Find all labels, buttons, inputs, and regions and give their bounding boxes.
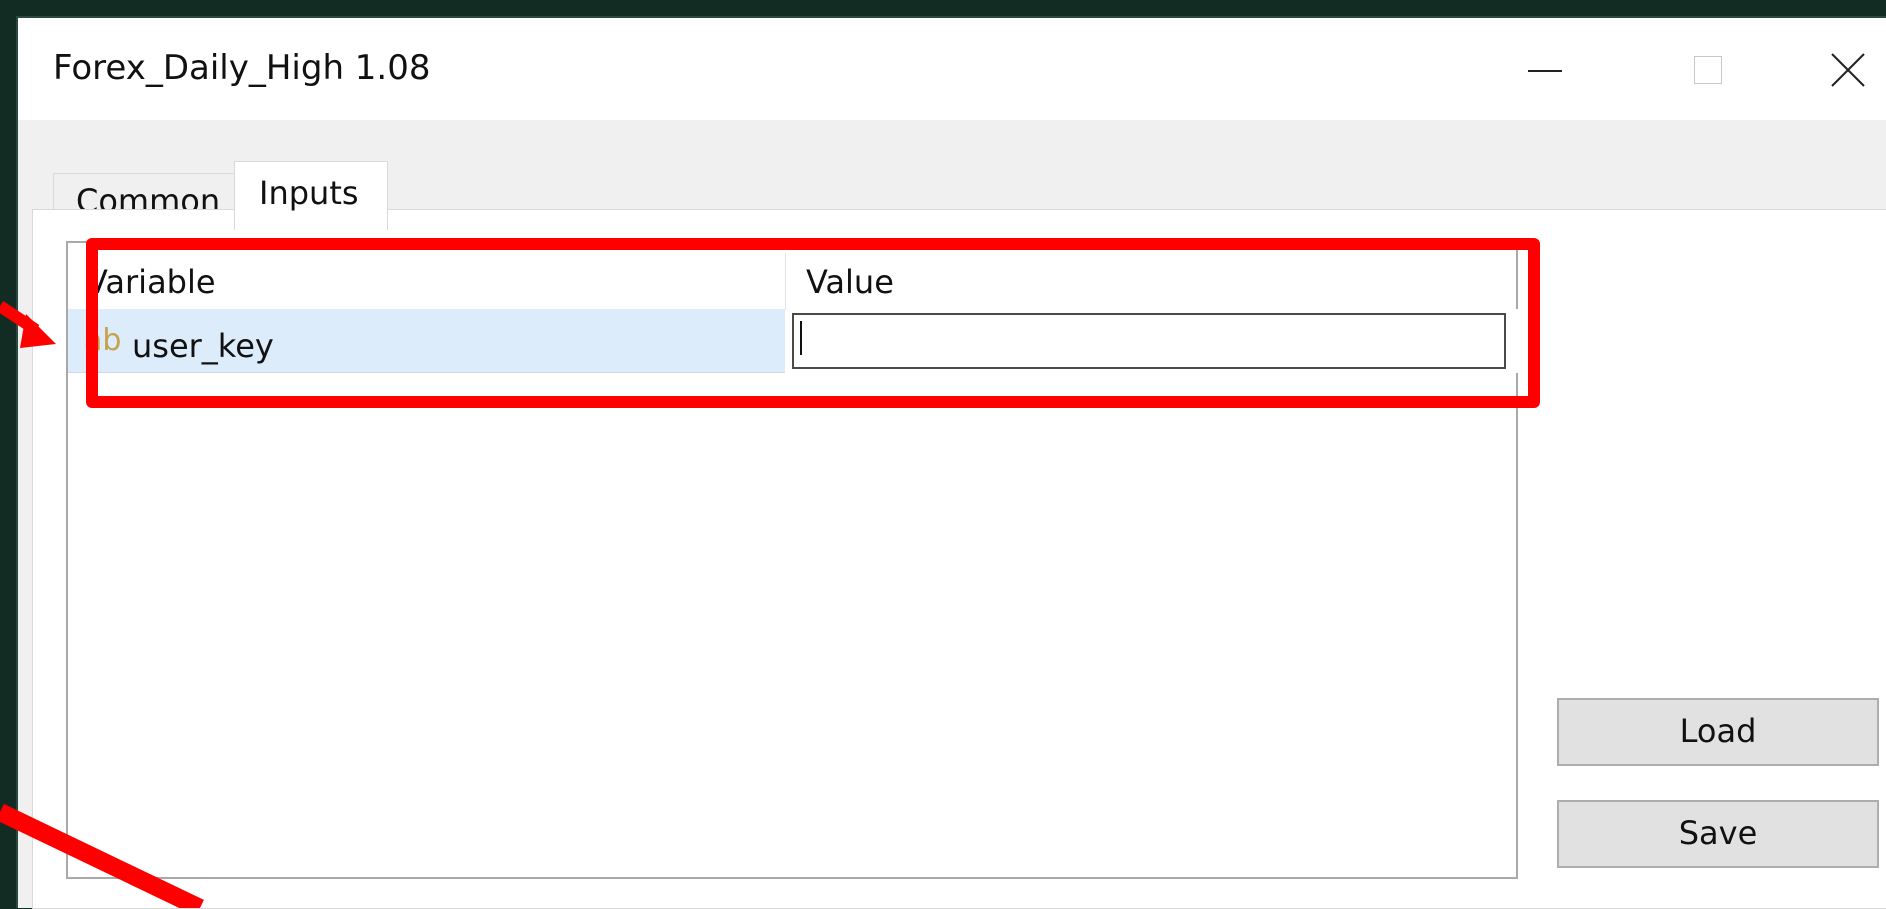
variable-cell[interactable]: ab user_key [68,309,785,373]
grid-header: Variable Value [68,243,1516,310]
title-bar: Forex_Daily_High 1.08 [18,18,1886,120]
variable-name: user_key [132,327,274,365]
column-divider[interactable] [785,253,786,309]
table-row[interactable]: ab user_key [68,309,1518,373]
window-title: Forex_Daily_High 1.08 [53,48,431,88]
save-button[interactable]: Save [1557,800,1879,868]
maximize-icon[interactable] [1678,46,1738,96]
tab-inputs-label: Inputs [259,174,359,212]
tab-inputs[interactable]: Inputs [234,161,388,230]
column-header-value[interactable]: Value [806,263,894,301]
text-caret [800,321,802,355]
close-icon[interactable] [1818,46,1878,96]
string-type-icon: ab [84,323,122,358]
value-input[interactable] [792,313,1506,369]
column-header-variable[interactable]: Variable [86,263,216,301]
inputs-grid: Variable Value ab user_key [66,241,1518,879]
minimize-icon[interactable] [1516,46,1576,96]
load-button[interactable]: Load [1557,698,1879,766]
value-cell[interactable] [786,309,1518,373]
